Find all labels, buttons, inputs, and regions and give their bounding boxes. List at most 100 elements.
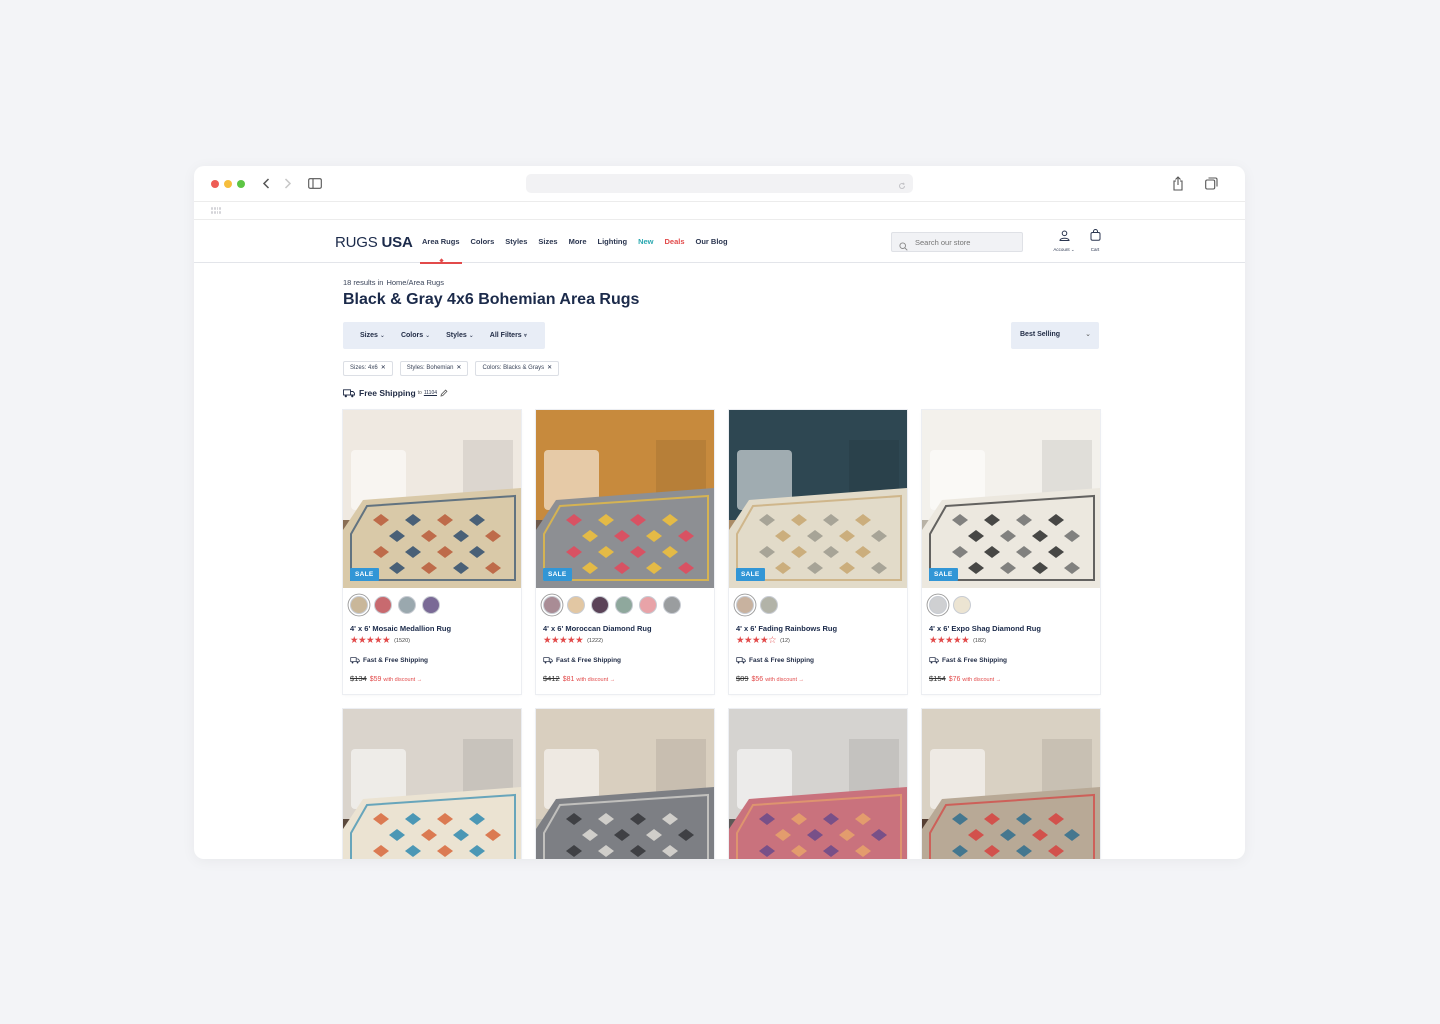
nav-item-new[interactable]: New [638,220,653,263]
color-swatch[interactable] [567,596,585,614]
nav-item-lighting[interactable]: Lighting [598,220,628,263]
site-logo[interactable]: RUGS USA [335,234,413,251]
product-image[interactable] [536,709,714,859]
product-name[interactable]: 4' x 6' Mosaic Medallion Rug [350,624,514,633]
pencil-icon[interactable] [440,389,448,397]
color-swatch[interactable] [543,596,561,614]
favorites-grid-icon[interactable] [211,207,221,214]
product-image[interactable]: SALE [729,410,907,588]
nav-item-area-rugs[interactable]: Area Rugs [420,220,462,264]
tabs-overview-icon[interactable] [1205,177,1218,195]
search-icon [899,238,908,256]
color-swatch[interactable] [398,596,416,614]
cart-label: Cart [1090,247,1100,252]
site-header: RUGS USA Area Rugs Colors Styles Sizes More L… [194,220,1245,264]
sale-price: $76 [948,676,961,683]
product-card[interactable] [729,709,907,859]
forward-arrow-icon[interactable] [280,175,296,191]
remove-chip-icon[interactable]: ✕ [547,365,552,371]
share-icon[interactable] [1172,176,1184,196]
shipping-banner: Free Shipping to 11104 [343,388,448,398]
discount-label: with discount [765,677,797,683]
product-name[interactable]: 4' x 6' Moroccan Diamond Rug [543,624,707,633]
sale-price: $81 [562,676,575,683]
product-image[interactable]: SALE [343,410,521,588]
product-name[interactable]: 4' x 6' Fading Rainbows Rug [736,624,900,633]
color-swatch[interactable] [615,596,633,614]
color-swatches [536,588,714,614]
filter-chip[interactable]: Colors: Blacks & Grays ✕ [475,361,560,376]
nav-item-styles[interactable]: Styles [505,220,527,263]
product-card[interactable]: SALE 4' x 6' Mosaic Medallion Rug ★★★★★ (15… [343,410,521,694]
discount-label: with discount [383,677,416,683]
color-swatches [922,588,1100,614]
all-filters-button[interactable]: All Filters ⩔ [490,332,527,340]
product-card[interactable] [536,709,714,859]
review-count: (1222) [587,637,603,644]
color-swatch[interactable] [663,596,681,614]
account-menu[interactable]: Account ⌄ [1048,228,1080,253]
filter-sizes[interactable]: Sizes ⌄ [360,332,385,339]
product-image[interactable] [343,709,521,859]
product-price: $134 $59 with discount → [350,674,514,683]
truck-icon [736,657,746,664]
color-swatch[interactable] [760,596,778,614]
reload-icon[interactable] [898,177,906,195]
remove-chip-icon[interactable]: ✕ [456,365,461,371]
back-arrow-icon[interactable] [258,175,274,191]
maximize-window-button[interactable] [237,180,245,188]
sidebar-toggle-icon[interactable] [307,175,323,191]
product-image[interactable] [922,709,1100,859]
address-bar[interactable] [526,174,913,193]
product-name[interactable]: 4' x 6' Expo Shag Diamond Rug [929,624,1093,633]
nav-item-our-blog[interactable]: Our Blog [696,220,728,263]
truck-icon [543,657,553,664]
browser-window: RUGS USA Area Rugs Colors Styles Sizes More L… [194,166,1245,859]
product-card[interactable]: SALE 4' x 6' Fading Rainbows Rug ★★★★☆ (12)… [729,410,907,694]
color-swatch[interactable] [374,596,392,614]
color-swatch[interactable] [929,596,947,614]
filter-chip[interactable]: Styles: Bohemian ✕ [399,361,469,376]
product-image[interactable] [729,709,907,859]
color-swatch[interactable] [422,596,440,614]
filter-styles[interactable]: Styles ⌄ [446,332,474,339]
product-card[interactable]: SALE 4' x 6' Moroccan Diamond Rug ★★★★★ (12… [536,410,714,694]
filter-colors[interactable]: Colors ⌄ [401,332,430,339]
cart-button[interactable]: Cart [1087,228,1103,252]
filter-chip-label: Sizes: 4x6 [350,365,378,371]
shipping-zip-link[interactable]: 11104 [424,390,437,396]
nav-item-sizes[interactable]: Sizes [538,220,557,263]
color-swatches [343,588,521,614]
color-swatch[interactable] [350,596,368,614]
page-title: Black & Gray 4x6 Bohemian Area Rugs [343,291,640,308]
product-card[interactable] [922,709,1100,859]
results-count: 18 results in [343,278,384,287]
color-swatch[interactable] [591,596,609,614]
search-input[interactable] [915,236,1015,249]
product-rating: ★★★★★ (182) [929,636,1093,646]
product-image[interactable]: SALE [536,410,714,588]
nav-item-colors[interactable]: Colors [471,220,495,263]
close-window-button[interactable] [211,180,219,188]
star-rating-icons: ★★★★★ [350,635,391,646]
logo-light-text: RUGS [335,234,378,251]
nav-item-deals[interactable]: Deals [665,220,685,263]
filter-chip[interactable]: Sizes: 4x6 ✕ [343,361,393,376]
main-nav: Area Rugs Colors Styles Sizes More Lighting Ne… [420,220,739,264]
nav-item-more[interactable]: More [569,220,587,263]
product-image[interactable]: SALE [922,410,1100,588]
remove-chip-icon[interactable]: ✕ [381,365,386,371]
color-swatch[interactable] [639,596,657,614]
product-card[interactable]: SALE 4' x 6' Expo Shag Diamond Rug ★★★★★ (1… [922,410,1100,694]
chevron-down-icon: ⌄ [379,333,385,339]
star-rating-icons: ★★★★☆ [736,635,777,646]
color-swatch[interactable] [736,596,754,614]
breadcrumb-link[interactable]: Home/Area Rugs [386,278,444,287]
sort-select[interactable]: Best Selling ⌄ [1011,322,1099,349]
product-card[interactable] [343,709,521,859]
minimize-window-button[interactable] [224,180,232,188]
search-box[interactable] [891,232,1023,252]
discount-text: with discount → [576,677,615,683]
review-count: (1520) [394,637,410,644]
color-swatch[interactable] [953,596,971,614]
